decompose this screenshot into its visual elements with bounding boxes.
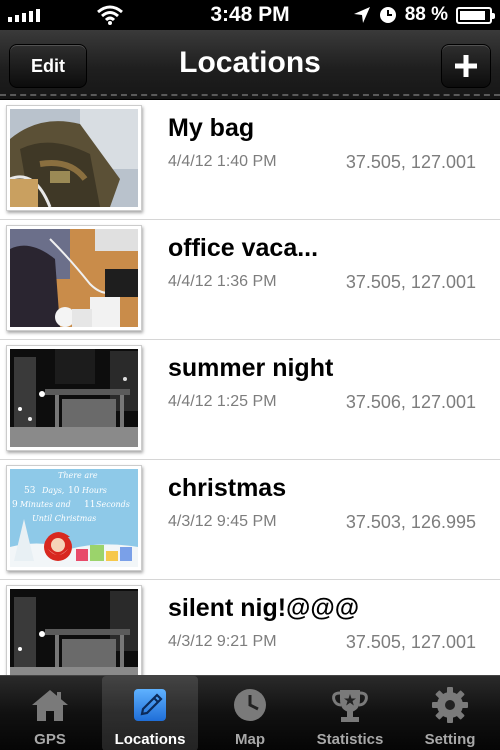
svg-text:53: 53 (24, 486, 36, 496)
svg-text:There are: There are (58, 471, 98, 480)
location-coordinates: 37.503, 126.995 (345, 512, 476, 532)
location-name: office vaca... (168, 234, 319, 262)
status-bar: 3:48 PM 88 % (0, 0, 500, 30)
svg-text:Until Christmas: Until Christmas (32, 514, 96, 523)
tab-setting[interactable]: Setting (402, 676, 498, 750)
alarm-clock-icon (379, 7, 396, 23)
gear-icon (432, 687, 468, 723)
battery-percent: 88 % (404, 4, 448, 25)
location-name: silent nig!@@@ (168, 594, 360, 622)
location-photo (6, 105, 142, 211)
location-arrow-icon (353, 7, 370, 23)
tab-bar: GPS Locations Map Statistics Setting (0, 675, 500, 750)
svg-text:Minutes and: Minutes and (19, 500, 71, 509)
location-coordinates: 37.505, 127.001 (345, 272, 476, 292)
location-date: 4/4/12 1:25 PM (168, 393, 277, 410)
svg-text:Hours: Hours (81, 486, 107, 495)
tab-label: Statistics (316, 731, 384, 748)
svg-text:11: 11 (84, 500, 95, 510)
clock-pin-icon (234, 689, 266, 721)
location-photo: There are 53 Days, 10 Hours 9 Minutes an… (6, 465, 142, 571)
location-name: My bag (168, 114, 255, 142)
trophy-icon (332, 690, 368, 722)
house-icon (32, 690, 68, 721)
location-date: 4/3/12 9:45 PM (168, 513, 277, 530)
location-coordinates: 37.505, 127.001 (345, 152, 476, 172)
location-date: 4/4/12 1:36 PM (168, 273, 277, 290)
location-name: summer night (168, 354, 334, 382)
svg-text:Seconds: Seconds (96, 500, 130, 509)
tab-locations[interactable]: Locations (102, 676, 198, 750)
list-item[interactable]: office vaca... 4/4/12 1:36 PM 37.505, 12… (0, 220, 500, 340)
add-location-button[interactable] (441, 44, 491, 88)
locations-list: My bag 4/4/12 1:40 PM 37.505, 127.001 of… (0, 100, 500, 675)
location-photo (6, 345, 142, 451)
location-coordinates: 37.505, 127.001 (345, 632, 476, 652)
location-date: 4/4/12 1:40 PM (168, 153, 277, 170)
location-coordinates: 37.506, 127.001 (345, 392, 476, 412)
tab-label: Map (235, 731, 265, 748)
tab-gps[interactable]: GPS (2, 676, 98, 750)
plus-icon (455, 55, 477, 77)
navigation-bar: Edit Locations (0, 30, 500, 100)
pencil-note-icon (134, 689, 166, 721)
tab-map[interactable]: Map (202, 676, 298, 750)
tab-statistics[interactable]: Statistics (302, 676, 398, 750)
svg-text:Days,: Days, (41, 486, 64, 495)
tab-label: Locations (114, 731, 186, 748)
list-item[interactable]: silent nig!@@@ 4/3/12 9:21 PM 37.505, 12… (0, 580, 500, 675)
page-title: Locations (179, 46, 321, 79)
battery-level-fill (460, 10, 485, 20)
list-item[interactable]: summer night 4/4/12 1:25 PM 37.506, 127.… (0, 340, 500, 460)
list-item[interactable]: There are 53 Days, 10 Hours 9 Minutes an… (0, 460, 500, 580)
location-photo (6, 225, 142, 331)
location-date: 4/3/12 9:21 PM (168, 633, 277, 650)
battery-icon (456, 6, 495, 24)
list-item[interactable]: My bag 4/4/12 1:40 PM 37.505, 127.001 (0, 100, 500, 220)
svg-text:9: 9 (12, 500, 18, 510)
tab-label: Setting (424, 731, 476, 748)
location-photo (6, 585, 142, 675)
svg-text:10: 10 (68, 486, 80, 496)
tab-label: GPS (34, 731, 66, 748)
location-name: christmas (168, 474, 287, 502)
